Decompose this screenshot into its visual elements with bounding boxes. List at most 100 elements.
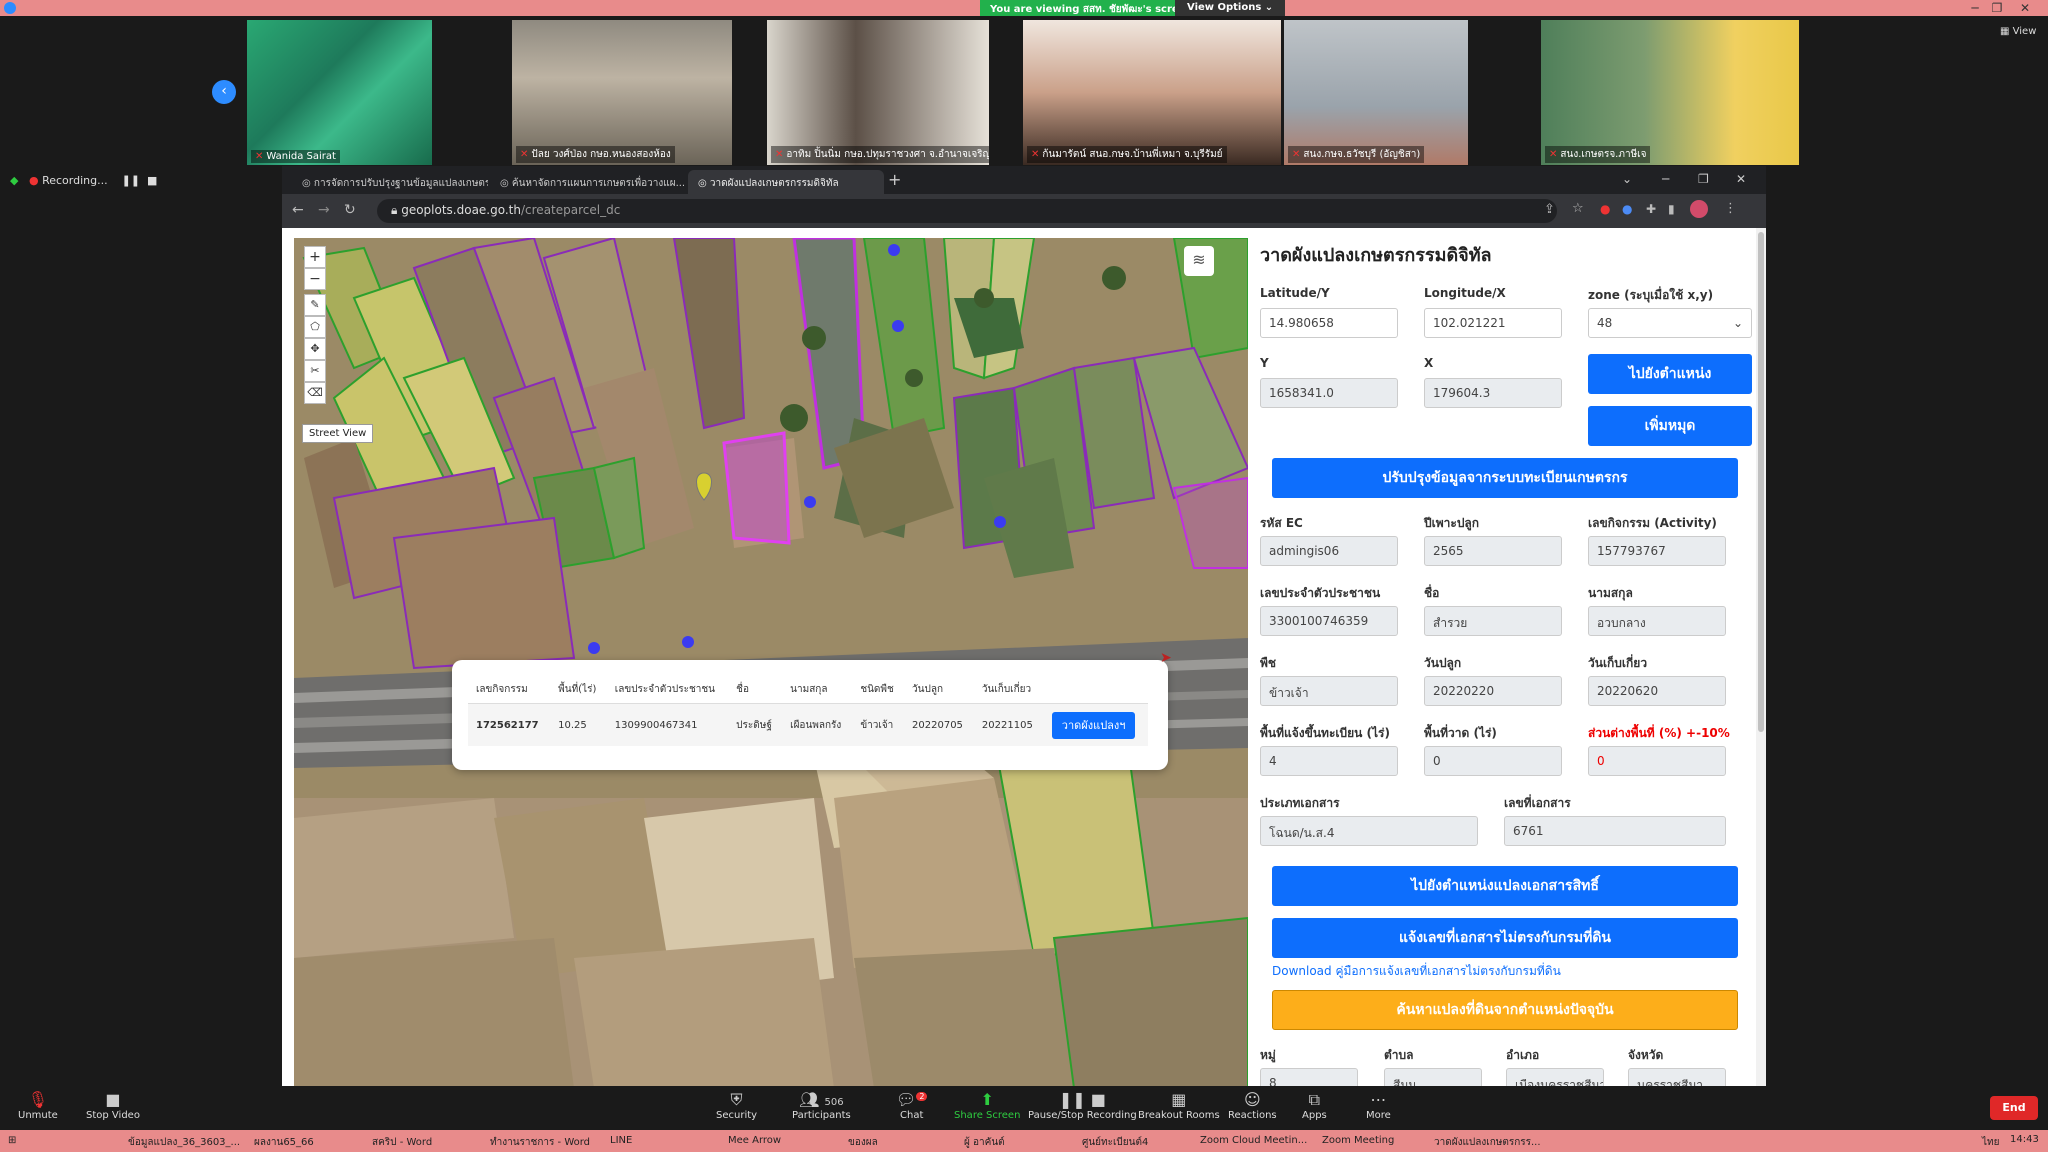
crop-input[interactable]: ข้าวเจ้า (1260, 676, 1398, 706)
taskbar-item[interactable]: สคริป - Word (366, 1132, 438, 1150)
view-button[interactable]: ▦ View (2000, 26, 2036, 37)
forward-icon[interactable]: → (318, 202, 330, 218)
add-pin-button[interactable]: เพิ่มหมุด (1588, 406, 1752, 446)
reload-icon[interactable]: ↻ (344, 202, 356, 218)
participant-tile[interactable]: ✕ Wanida Sairat (247, 20, 432, 165)
taskbar-item[interactable]: ผู้ อาคันต์ (958, 1132, 1011, 1150)
avatar[interactable] (1690, 200, 1708, 218)
draw-line-icon[interactable]: ✎ (304, 294, 326, 316)
eraser-icon[interactable]: ⌫ (304, 382, 326, 404)
more-button[interactable]: ⋯ More (1366, 1090, 1391, 1121)
apps-button[interactable]: ⧉ Apps (1302, 1090, 1327, 1121)
url-bar[interactable]: 🔒︎ geoplots.doae.go.th/createparcel_dc (377, 199, 1557, 223)
menu-icon[interactable]: ⋮ (1724, 201, 1737, 216)
doc-no-input[interactable]: 6761 (1504, 816, 1726, 846)
end-meeting-button[interactable]: End (1990, 1096, 2038, 1120)
zoom-in-button[interactable]: + (304, 246, 326, 268)
participant-tile[interactable]: ✕ อาทิม ปิ้นนิ่ม กษอ.ปทุมราชวงศา จ.อำนาจเ… (767, 20, 989, 165)
extension-icon[interactable]: ● (1622, 202, 1632, 216)
tab-search-icon[interactable]: ⌄ (1622, 172, 1632, 186)
close-icon[interactable]: ✕ (1736, 172, 1746, 186)
surname-input[interactable]: อวบกลาง (1588, 606, 1726, 636)
restore-icon[interactable]: ❐ (1986, 0, 2008, 16)
sidepanel-icon[interactable]: ▮ (1668, 202, 1675, 216)
name-input[interactable]: สำรวย (1424, 606, 1562, 636)
taskbar-item[interactable]: วาดผังแปลงเกษตรกรร... (1428, 1132, 1547, 1150)
tambon-input[interactable]: สีมุม (1384, 1068, 1482, 1086)
back-icon[interactable]: ← (292, 202, 304, 218)
goto-title-deed-button[interactable]: ไปยังตำแหน่งแปลงเอกสารสิทธิ์ (1272, 866, 1738, 906)
taskbar-item[interactable]: ของผล (842, 1132, 884, 1150)
participants-button[interactable]: 👥︎ 506 Participants (792, 1090, 851, 1121)
layers-icon[interactable]: ≋ (1184, 246, 1214, 276)
taskbar-item[interactable]: Zoom Meeting (1316, 1132, 1400, 1150)
taskbar-item[interactable]: Mee Arrow (722, 1132, 787, 1150)
puzzle-icon[interactable]: ✚ (1646, 202, 1656, 216)
zoom-out-button[interactable]: − (304, 268, 326, 290)
share-screen-button[interactable]: ⬆ Share Screen (954, 1090, 1020, 1121)
lon-input[interactable]: 102.021221 (1424, 308, 1562, 338)
participant-tile[interactable]: ✕ ปัลย วงศ์ป่อง กษอ.หนองสองห้อง (512, 20, 732, 165)
update-from-registry-button[interactable]: ปรับปรุงข้อมูลจากระบบทะเบียนเกษตรกร (1272, 458, 1738, 498)
y-input[interactable]: 1658341.0 (1260, 378, 1398, 408)
scrollbar-thumb[interactable] (1758, 232, 1764, 732)
new-tab-icon[interactable]: + (888, 170, 901, 189)
start-icon[interactable]: ⊞ (2, 1132, 22, 1150)
pause-icon[interactable]: ❚❚ (122, 174, 140, 187)
extension-icon[interactable]: ● (1600, 202, 1610, 216)
activity-input[interactable]: 157793767 (1588, 536, 1726, 566)
stop-video-button[interactable]: ■ Stop Video (86, 1090, 140, 1121)
unmute-button[interactable]: 🎙︎ Unmute (18, 1090, 58, 1121)
search-parcel-current-location-button[interactable]: ค้นหาแปลงที่ดินจากตำแหน่งปัจจุบัน (1272, 990, 1738, 1030)
star-icon[interactable]: ☆ (1572, 201, 1584, 216)
zone-select[interactable]: 48 ⌄ (1588, 308, 1752, 338)
pause-recording-button[interactable]: ❚❚ ■ Pause/Stop Recording (1028, 1090, 1137, 1121)
pid-input[interactable]: 3300100746359 (1260, 606, 1398, 636)
chevron-left-icon[interactable]: ‹ (212, 80, 236, 104)
moo-input[interactable]: 8 (1260, 1068, 1358, 1086)
chat-button[interactable]: 💬︎ 2 Chat (896, 1090, 928, 1121)
restore-icon[interactable]: ❐ (1698, 172, 1709, 186)
goto-location-button[interactable]: ไปยังตำแหน่ง (1588, 354, 1752, 394)
lat-input[interactable]: 14.980658 (1260, 308, 1398, 338)
cut-icon[interactable]: ✂ (304, 360, 326, 382)
breakout-rooms-button[interactable]: ▦ Breakout Rooms (1138, 1090, 1220, 1121)
browser-tab-active[interactable]: ◎ วาดผังแปลงเกษตรกรรมดิจิทัล (688, 170, 884, 194)
province-input[interactable]: นครราชสีมา (1628, 1068, 1726, 1086)
plant-date-input[interactable]: 20220220 (1424, 676, 1562, 706)
ec-input[interactable]: admingis06 (1260, 536, 1398, 566)
share-icon[interactable]: ⇪ (1544, 202, 1555, 217)
participant-tile[interactable]: ✕ สนง.เกษตรจ.ภาษีเจ (1541, 20, 1799, 165)
amphoe-input[interactable]: เมืองนครราชสีมา (1506, 1068, 1604, 1086)
draw-area-input[interactable]: 0 (1424, 746, 1562, 776)
participant-tile[interactable]: ✕ สนง.กษจ.ธวัชบุรี (อัญชิสา) (1284, 20, 1468, 165)
participant-tile[interactable]: ✕ ก้นมารัตน์ สนอ.กษจ.บ้านพี่เหมา จ.บุรีรั… (1023, 20, 1281, 165)
area-diff-input[interactable]: 0 (1588, 746, 1726, 776)
draw-polygon-icon[interactable]: ⬠ (304, 316, 326, 338)
move-icon[interactable]: ✥ (304, 338, 326, 360)
browser-tab[interactable]: ◎ การจัดการปรับปรุงฐานข้อมูลแปลงเกษตรกรร… (292, 170, 488, 194)
street-view-label[interactable]: Street View (302, 424, 374, 443)
doc-type-input[interactable]: โฉนด/น.ส.4 (1260, 816, 1478, 846)
reg-area-input[interactable]: 4 (1260, 746, 1398, 776)
taskbar-item[interactable]: ทำงานราชการ - Word (484, 1132, 596, 1150)
taskbar-item[interactable]: ข้อมูลแปลง_36_3603_... (122, 1132, 246, 1150)
taskbar-item[interactable]: ศูนย์ทะเบียนต์4 (1076, 1132, 1154, 1150)
taskbar-item[interactable]: Zoom Cloud Meetin... (1194, 1132, 1313, 1150)
minimize-icon[interactable]: ─ (1964, 0, 1986, 16)
language-indicator[interactable]: ไทย (1976, 1132, 2005, 1150)
close-icon[interactable]: ✕ (2014, 0, 2036, 16)
satellite-map[interactable]: + − ✎ ⬠ ✥ ✂ ⌫ Street View ≋ เลขกิจกรรม พ… (294, 238, 1248, 1086)
taskbar-item[interactable]: ผลงาน65_66 (248, 1132, 320, 1150)
minimize-icon[interactable]: ─ (1662, 172, 1669, 186)
stop-icon[interactable]: ■ (147, 174, 157, 187)
draw-parcel-button[interactable]: วาดผังแปลงฯ (1051, 712, 1136, 739)
report-doc-mismatch-button[interactable]: แจ้งเลขที่เอกสารไม่ตรงกับกรมที่ดิน (1272, 918, 1738, 958)
year-input[interactable]: 2565 (1424, 536, 1562, 566)
taskbar-item[interactable]: LINE (604, 1132, 638, 1150)
x-input[interactable]: 179604.3 (1424, 378, 1562, 408)
security-button[interactable]: ⛨ Security (716, 1090, 757, 1121)
browser-tab[interactable]: ◎ ค้นหาจัดการแผนการเกษตรเพื่อวางแผ... (490, 170, 686, 194)
view-options-button[interactable]: View Options ⌄ (1175, 0, 1286, 16)
harvest-date-input[interactable]: 20220620 (1588, 676, 1726, 706)
